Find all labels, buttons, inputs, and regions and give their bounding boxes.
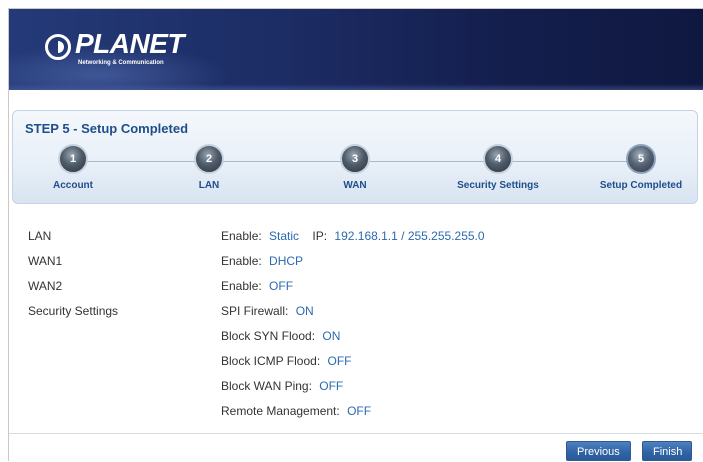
step-number-badge: 1: [58, 144, 88, 174]
summary-row-spi-firewall: SPI Firewall: ON: [221, 304, 314, 318]
block-icmp-flood-value: OFF: [327, 354, 352, 368]
summary-row-wan1: Enable: DHCP: [221, 254, 303, 268]
lan-ip-value: 192.168.1.1 / 255.255.255.0: [334, 229, 485, 243]
block-syn-flood-label: Block SYN Flood:: [221, 329, 316, 343]
step-label: WAN: [343, 180, 367, 191]
summary-label-lan: LAN: [28, 229, 52, 243]
block-wan-ping-label: Block WAN Ping:: [221, 379, 312, 393]
summary-label-wan1: WAN1: [28, 254, 63, 268]
wizard-step-account: 1 Account: [13, 144, 133, 191]
logo-subtext: Networking & Communication: [78, 60, 164, 66]
footer-divider: [9, 433, 703, 434]
planet-logo: PLANET Networking & Communication: [45, 28, 185, 68]
wan2-enable-label: Enable:: [221, 279, 262, 293]
lan-ip-label: IP:: [312, 229, 328, 243]
setup-wizard-panel: STEP 5 - Setup Completed 1 Account 2 LAN…: [12, 110, 698, 204]
remote-management-value: OFF: [347, 404, 372, 418]
block-icmp-flood-label: Block ICMP Flood:: [221, 354, 321, 368]
summary-row-block-wan-ping: Block WAN Ping: OFF: [221, 379, 343, 393]
wizard-step-lan: 2 LAN: [149, 144, 269, 191]
logo-circle-icon: [45, 34, 71, 60]
summary-row-remote-management: Remote Management: OFF: [221, 404, 371, 418]
block-wan-ping-value: OFF: [319, 379, 344, 393]
summary-label-security-settings: Security Settings: [28, 304, 119, 318]
step-number-badge-active: 5: [626, 144, 656, 174]
summary-row-block-syn-flood: Block SYN Flood: ON: [221, 329, 340, 343]
step-number-badge: 4: [483, 144, 513, 174]
wizard-step-setup-completed: 5 Setup Completed: [581, 144, 701, 191]
header-banner: PLANET Networking & Communication: [9, 9, 703, 90]
step-label: Security Settings: [457, 180, 539, 191]
wan1-enable-label: Enable:: [221, 254, 262, 268]
block-syn-flood-value: ON: [322, 329, 341, 343]
lan-enable-label: Enable:: [221, 229, 262, 243]
spi-firewall-label: SPI Firewall:: [221, 304, 289, 318]
wizard-step-security-settings: 4 Security Settings: [438, 144, 558, 191]
step-number-badge: 2: [194, 144, 224, 174]
summary-row-wan2: Enable: OFF: [221, 279, 293, 293]
summary-row-lan: Enable: Static IP: 192.168.1.1 / 255.255…: [221, 229, 485, 243]
lan-enable-value: Static: [269, 229, 300, 243]
summary-row-block-icmp-flood: Block ICMP Flood: OFF: [221, 354, 352, 368]
wan1-enable-value: DHCP: [269, 254, 304, 268]
step-label: Setup Completed: [599, 180, 683, 191]
wizard-step-wan: 3 WAN: [295, 144, 415, 191]
wizard-title: STEP 5 - Setup Completed: [25, 121, 189, 136]
summary-label-wan2: WAN2: [28, 279, 63, 293]
step-number-badge: 3: [340, 144, 370, 174]
step-label: LAN: [198, 180, 220, 191]
previous-button[interactable]: Previous: [566, 441, 631, 461]
finish-button[interactable]: Finish: [642, 441, 692, 461]
wan2-enable-value: OFF: [269, 279, 294, 293]
remote-management-label: Remote Management:: [221, 404, 340, 418]
logo-text: PLANET: [75, 28, 185, 59]
step-label: Account: [53, 180, 93, 191]
spi-firewall-value: ON: [295, 304, 314, 318]
